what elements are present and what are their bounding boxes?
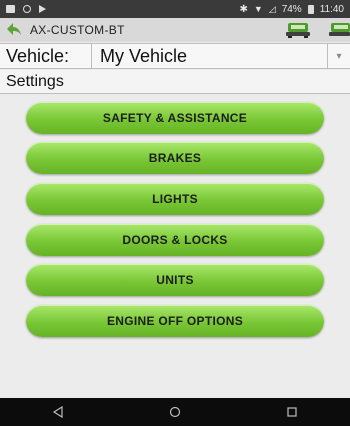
clock: 11:40 [319, 3, 344, 15]
nav-home-icon[interactable] [168, 405, 182, 419]
vehicle-selected-value: My Vehicle [100, 45, 188, 66]
vehicle-row: Vehicle: My Vehicle ▾ [0, 43, 350, 69]
navigation-bar [0, 398, 350, 426]
brakes-button[interactable]: BRAKES [26, 142, 324, 174]
section-title: Settings [0, 70, 350, 94]
notification-icon [6, 5, 15, 13]
battery-percent: 74% [281, 3, 302, 15]
status-notifications [6, 5, 46, 13]
doors-locks-button[interactable]: DOORS & LOCKS [26, 224, 324, 256]
sync-icon [23, 5, 31, 13]
lights-button[interactable]: LIGHTS [26, 183, 324, 215]
units-button[interactable]: UNITS [26, 264, 324, 296]
status-bar: ✱ ▼ ◿ 74% 11:40 [0, 0, 350, 18]
app-title: AX-CUSTOM-BT [30, 23, 125, 37]
chevron-down-icon[interactable]: ▾ [327, 44, 350, 68]
signal-icon: ◿ [268, 3, 276, 14]
bluetooth-icon: ✱ [239, 3, 248, 15]
status-system: ✱ ▼ ◿ 74% 11:40 [239, 4, 344, 15]
back-arrow-icon[interactable] [6, 21, 24, 39]
car-icon[interactable] [328, 21, 350, 39]
nav-back-icon[interactable] [51, 405, 65, 419]
engine-off-options-button[interactable]: ENGINE OFF OPTIONS [26, 305, 324, 337]
battery-icon [307, 4, 314, 14]
play-icon [39, 5, 46, 13]
vehicle-select[interactable]: My Vehicle ▾ [92, 44, 350, 68]
safety-assistance-button[interactable]: SAFETY & ASSISTANCE [26, 102, 324, 134]
car-icon[interactable] [285, 21, 311, 39]
nav-recents-icon[interactable] [285, 405, 299, 419]
app-bar: AX-CUSTOM-BT [0, 18, 350, 42]
wifi-icon: ▼ [253, 4, 263, 14]
vehicle-label: Vehicle: [0, 44, 92, 68]
